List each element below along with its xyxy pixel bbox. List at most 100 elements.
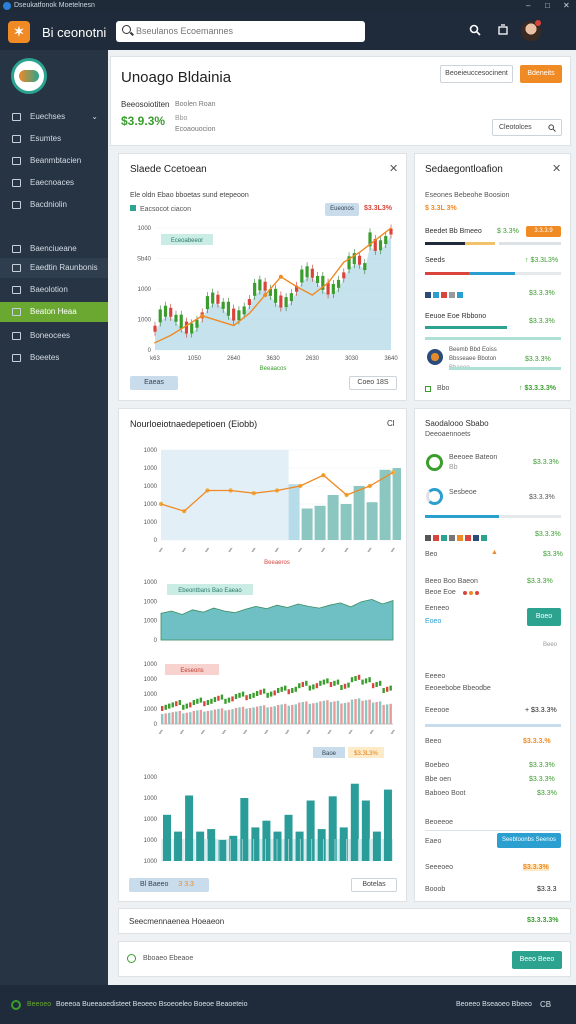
x-tick-label: ∕∕ [179,729,184,736]
stats-r4-label: Eeeooe [425,707,450,714]
x-tick-label: 2630 [306,356,320,362]
column-bar [328,796,337,861]
column-bar [251,827,260,861]
candle-body [273,690,276,696]
candle-body [385,686,389,692]
candle-body [196,698,199,704]
candle-body [363,263,367,271]
settings-icon [12,332,21,340]
stats-value-row: $3.3.3% [535,531,561,538]
stats-r2-button[interactable]: Boeo [527,608,561,626]
y-tick-label: 1000 [144,817,158,823]
grid-icon [12,135,21,143]
sidebar-item-7[interactable]: Eaedtin Raunbonis [0,258,108,278]
candle-body [255,691,259,696]
volume-bar [175,711,178,724]
action-strip-label: Bboaeo Ebeaoe [143,955,194,962]
candle-body [161,706,164,711]
search-box[interactable] [116,21,365,42]
header-primary-button[interactable]: Bdeneits [520,65,562,83]
ring2-label: Sesbeoe [449,489,477,496]
candlestick-badge[interactable]: Eueonos [325,203,359,216]
sidebar-item-6[interactable]: Baenciueane [0,239,108,259]
candle-body [153,325,157,332]
checkbox-icon[interactable] [425,386,431,392]
candle-body [384,236,388,245]
legend-label: Eacsocot ciacon [140,206,191,213]
share-icon[interactable] [495,24,511,40]
column-bar [262,820,271,861]
candlestick-left-button[interactable]: Eaeas [130,376,178,390]
header-select[interactable]: Cleotolces [492,119,562,136]
column-bar [317,829,326,861]
y-tick-label: 0 [154,722,158,728]
summary-strip: Seecmennaenea Hoeaeon $3.3.3.3% [118,908,571,934]
header-outline-button[interactable]: Beoeieuccesocinent [440,65,513,83]
column-bar [196,831,205,861]
stats-r10-button[interactable]: Seebtoonbs Seenos [497,833,561,848]
y-tick-label: 1000 [144,662,158,668]
candlestick-right-button[interactable]: Coeo 18S [349,376,397,390]
volume-bar [308,703,312,724]
y-tick-label: 1000 [144,520,158,526]
color-chip [481,535,487,541]
multi-left-label: Bl Baeeo [140,881,169,888]
candlestick-card-title: Slaede Ccetoean [130,164,207,175]
candle-body [300,269,304,283]
chevron-down-icon: ⌄ [91,112,98,121]
candle-body [378,240,383,251]
list-icon [12,264,21,272]
volume-bar [220,708,224,724]
sidebar-item-2[interactable]: Esumtes [0,129,108,149]
sidebar-item-3[interactable]: Beanmbtacien [0,151,108,171]
stats-r11-value: $3.3.3% [523,864,549,871]
maximize-button[interactable]: □ [545,0,550,12]
candle-body [224,698,227,704]
brand-logo[interactable] [11,58,47,94]
stats-chip-label: Beo [425,551,438,558]
action-strip-button[interactable]: Beeo Beeo [512,951,562,969]
sidebar-item-8[interactable]: Baeolotion [0,280,108,300]
candle-body [291,688,294,693]
sidebar-item-label: Boeetes [30,353,60,362]
sidebar-item-10[interactable]: Boneocees [0,326,108,346]
column-bar [314,505,326,540]
volume-bar [305,701,308,724]
x-tick-label: ∕∕ [369,729,374,736]
sidebar-item-4[interactable]: Eaecnoaces [0,173,108,193]
search-input[interactable] [136,24,356,38]
summary-tag[interactable]: 3.3.3.9 [526,226,561,237]
candle-body [192,700,196,705]
candle-body [284,297,288,308]
sidebar-item-11[interactable]: Boeetes [0,348,108,368]
summary-row2-label: Seeds [425,257,445,264]
close-icon[interactable]: ✕ [389,162,398,175]
header-select-value: Cleotolces [499,124,532,131]
app-logo[interactable]: ✶ [8,21,30,43]
card-menu-icon[interactable]: Cl [387,419,395,428]
minimize-button[interactable]: – [526,0,530,12]
y-tick-label: 1000 [144,838,158,844]
candle-body [326,678,329,684]
candle-bar-chart: 1000 1000 1000 1000 0 Eeseons ∕∕ ∕∕ ∕∕ ∕∕ ∕∕ ∕∕ ∕∕ ∕∕… [144,662,395,736]
volume-bar [385,704,389,724]
search-icon-button[interactable] [467,24,483,40]
multi-left-button[interactable]: Bl Baeeo 3 3.3 [129,878,209,892]
close-window-button[interactable]: ✕ [563,0,570,12]
volume-bar [269,706,273,724]
legend-swatch [130,205,136,211]
ring1-value: $3.3.3% [533,459,559,466]
color-chip [425,292,431,298]
volume-bar [315,702,319,724]
sidebar-item-1[interactable]: Euechses ⌄ [0,107,108,127]
color-chip [465,535,471,541]
summary-bar-5 [449,367,561,370]
candle-body [308,685,312,691]
sidebar-item-5[interactable]: Bacdniolin [0,195,108,215]
x-tick-label: ∕∕ [320,547,325,554]
sidebar-item-9[interactable]: Beaton Heaa [0,302,108,322]
column-bar [288,484,300,540]
multi-right-button[interactable]: Botelas [351,878,397,892]
x-tick-label: ∕∕ [348,729,353,736]
close-icon[interactable]: ✕ [552,162,561,175]
